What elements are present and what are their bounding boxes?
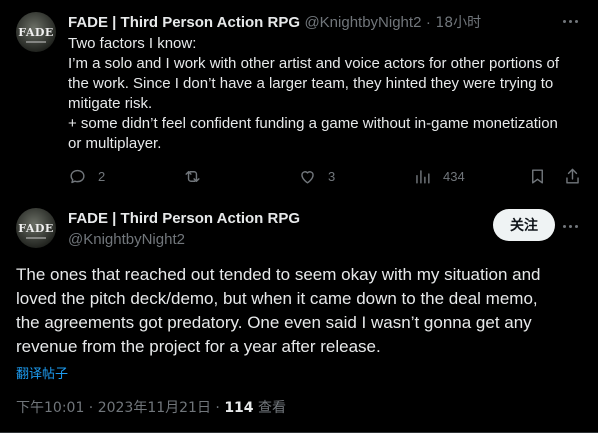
- main-line: The ones that reached out tended to seem…: [16, 265, 541, 284]
- views-label: 查看: [258, 400, 286, 416]
- reply-header: FADE | Third Person Action RPG @Knightby…: [68, 12, 481, 32]
- tweet-timestamp[interactable]: 下午10:01 · 2023年11月21日 ·: [16, 400, 220, 416]
- author-name[interactable]: FADE | Third Person Action RPG: [68, 14, 300, 31]
- views-button[interactable]: 434: [413, 167, 465, 186]
- reply-icon: [70, 169, 85, 184]
- tweet-time[interactable]: 18小时: [435, 15, 481, 31]
- author-handle[interactable]: @KnightbyNight2: [68, 231, 185, 248]
- reply-count: 2: [98, 169, 106, 184]
- like-count: 3: [328, 169, 336, 184]
- more-options-icon[interactable]: [563, 20, 578, 23]
- like-button[interactable]: 3: [298, 167, 335, 186]
- bookmark-button[interactable]: [528, 167, 547, 186]
- heart-icon: [301, 171, 314, 184]
- more-options-icon[interactable]: [563, 225, 578, 228]
- avatar[interactable]: FADE: [16, 208, 56, 248]
- translate-post-link[interactable]: 翻译帖子: [16, 363, 68, 382]
- time-separator: ·: [425, 14, 431, 31]
- author-handle[interactable]: @KnightbyNight2: [304, 14, 421, 31]
- main-tweet-text: The ones that reached out tended to seem…: [16, 263, 586, 359]
- reply-text: Two factors I know: I’m a solo and I wor…: [68, 34, 588, 154]
- share-icon: [566, 168, 579, 184]
- main-line: loved the pitch deck/demo, but when it c…: [16, 289, 538, 308]
- analytics-icon: [416, 170, 430, 184]
- avatar[interactable]: FADE: [16, 12, 56, 52]
- tweet-meta: 下午10:01 · 2023年11月21日 · 114 查看: [16, 397, 286, 417]
- views-count: 114: [224, 400, 254, 416]
- reply-line: + some didn’t feel confident funding a g…: [68, 115, 558, 132]
- reply-line: the work. Since I don’t have a larger te…: [68, 75, 554, 92]
- reply-button[interactable]: 2: [68, 167, 105, 186]
- reply-line: Two factors I know:: [68, 35, 197, 52]
- reply-line: I’m a solo and I work with other artist …: [68, 55, 560, 72]
- main-line: revenue from the project for a year afte…: [16, 337, 381, 356]
- author-name[interactable]: FADE | Third Person Action RPG: [68, 210, 300, 227]
- avatar-logo: FADE: [16, 12, 56, 52]
- bookmark-icon: [532, 169, 543, 184]
- reply-line: mitigate risk.: [68, 95, 153, 112]
- retweet-button[interactable]: [183, 167, 213, 186]
- share-button[interactable]: [563, 167, 582, 186]
- avatar-logo: FADE: [16, 208, 56, 248]
- reply-line: or multiplayer.: [68, 135, 162, 152]
- retweet-icon: [185, 171, 200, 182]
- view-count: 434: [443, 169, 465, 184]
- main-line: the agreements got predatory. One even s…: [16, 313, 532, 332]
- follow-button[interactable]: 关注: [493, 209, 555, 241]
